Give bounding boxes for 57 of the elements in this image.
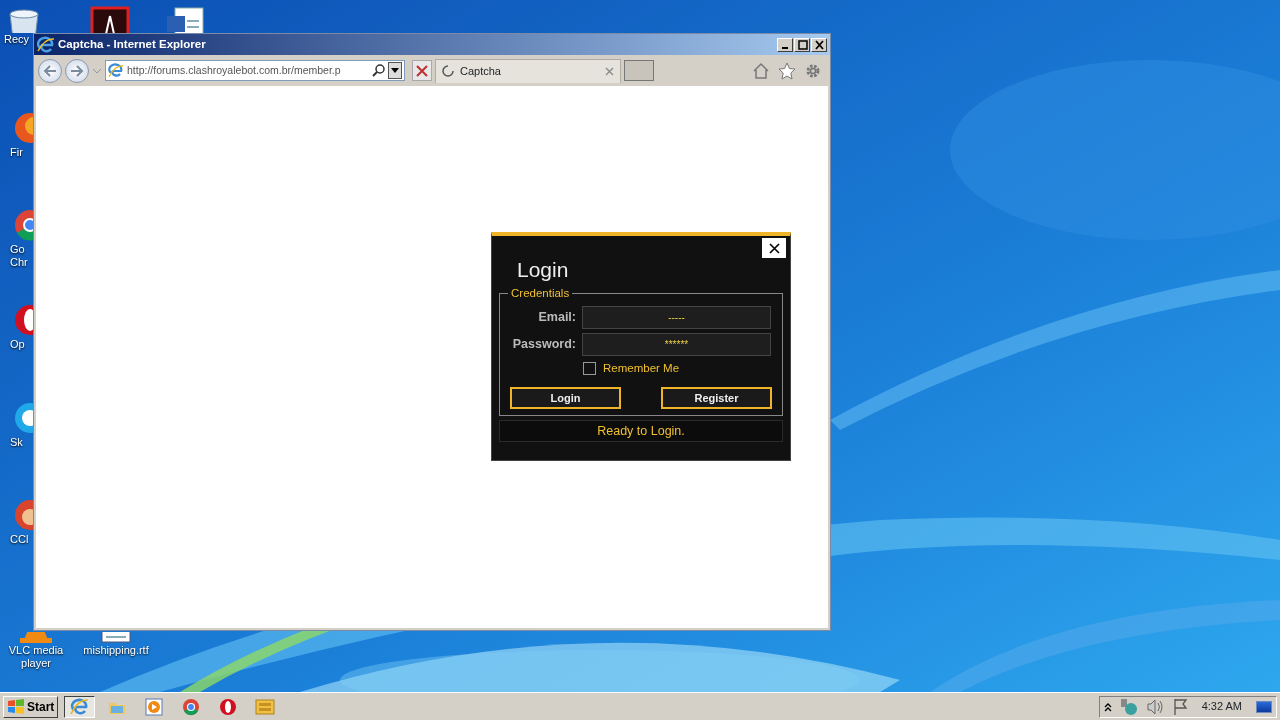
maximize-icon — [796, 39, 808, 50]
windows-logo-icon — [7, 698, 25, 715]
taskbar-app-button[interactable] — [64, 695, 96, 718]
status-bar: Ready to Login. — [499, 420, 783, 443]
close-button[interactable] — [811, 37, 827, 52]
dialog-title: Login — [516, 257, 569, 283]
show-desktop-button[interactable] — [1256, 700, 1272, 713]
browser-icon — [108, 62, 124, 79]
document-icon[interactable] — [90, 6, 130, 33]
close-icon — [768, 242, 780, 254]
close-button[interactable] — [762, 238, 786, 258]
icon-label: player — [21, 657, 51, 670]
forward-arrow-icon — [70, 64, 84, 77]
stop-button[interactable] — [412, 60, 432, 81]
forward-button[interactable] — [65, 58, 89, 83]
browser-icon — [37, 36, 55, 53]
checkbox[interactable] — [583, 362, 596, 376]
icon-label: Op — [10, 338, 25, 351]
back-arrow-icon — [43, 64, 57, 77]
checkbox-label: Remember Me — [603, 361, 680, 376]
icon-label: mishipping.rtf — [83, 644, 149, 657]
icon-label: Chr — [10, 256, 28, 269]
icon-label: Fir — [10, 146, 23, 159]
flag-icon[interactable] — [1171, 697, 1188, 716]
register-button[interactable]: Register — [661, 387, 772, 410]
field-label: Password: — [511, 336, 576, 354]
browser-tab[interactable]: Captcha — [435, 58, 621, 83]
back-button[interactable] — [38, 58, 62, 83]
minimize-button[interactable] — [777, 37, 793, 52]
speaker-icon[interactable] — [1145, 697, 1164, 716]
group-label: Credentials — [510, 286, 571, 300]
chevron-icon[interactable] — [1103, 701, 1112, 712]
input-field[interactable]: ****** — [582, 333, 771, 356]
input-field[interactable]: ----- — [582, 306, 771, 329]
star-icon[interactable] — [778, 61, 796, 80]
minimize-icon — [782, 47, 788, 49]
stop-icon — [416, 64, 428, 77]
start-button[interactable]: Start — [3, 695, 59, 718]
maximize-button[interactable] — [794, 37, 810, 52]
icon-label: VLC media — [8, 644, 64, 657]
icon-label: Recy — [4, 33, 30, 46]
browser-icon — [69, 696, 90, 717]
close-icon — [813, 39, 825, 50]
play-icon — [143, 696, 164, 717]
word-document-icon[interactable] — [165, 6, 205, 33]
close-tab-icon[interactable] — [605, 66, 614, 76]
address-bar[interactable]: http://forums.clashroyalebot.com.br/member.p — [105, 60, 405, 81]
field-label: Email: — [537, 309, 576, 327]
new-tab-button[interactable] — [624, 60, 654, 81]
icon-label: Sk — [10, 436, 23, 449]
window-title: Captcha - Internet Explorer — [58, 36, 206, 52]
login-button[interactable]: Login — [510, 387, 621, 410]
home-icon[interactable] — [752, 61, 770, 80]
icon-label: Go — [10, 243, 25, 256]
dropdown-icon[interactable] — [391, 68, 399, 73]
icon-label: CCl — [10, 533, 29, 546]
search-icon[interactable] — [372, 64, 385, 77]
